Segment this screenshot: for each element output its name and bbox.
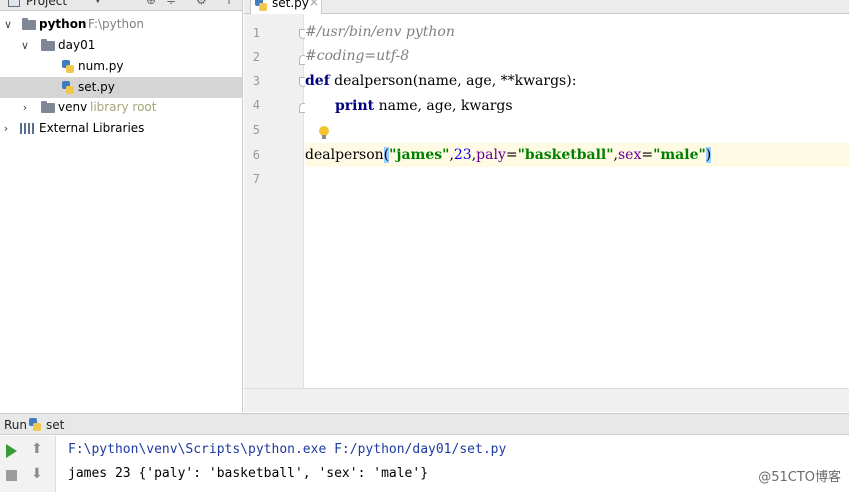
code-line-2[interactable]: #coding=utf-8: [305, 44, 849, 68]
chevron-right-icon[interactable]: ›: [19, 97, 31, 118]
line-number: 1: [252, 26, 260, 40]
equals: =: [505, 147, 518, 163]
arrow-down-icon[interactable]: ⬇: [31, 466, 43, 482]
project-title[interactable]: Project: [26, 0, 67, 8]
folder-icon: [41, 101, 55, 113]
keyword-argument: paly: [476, 147, 506, 163]
code-line-3[interactable]: def dealperson(name, age, **kwargs):: [305, 69, 849, 93]
close-paren: ): [705, 147, 712, 163]
libraries-icon: [20, 123, 34, 134]
tree-item-label: venv: [58, 100, 88, 114]
string-literal: "male": [653, 147, 706, 163]
tree-item-label: set.py: [78, 80, 115, 94]
chevron-right-icon[interactable]: ›: [0, 118, 12, 139]
python-file-icon: [62, 81, 74, 94]
console-output-line: james 23 {'paly': 'basketball', 'sex': '…: [68, 466, 429, 481]
line-number: 3: [252, 74, 260, 88]
project-tool-window: Project ▼ ⊕ ≑ ⚙ ↑ ∨ python F:\python ∨ d…: [0, 0, 243, 412]
run-tool-window-header: Run set: [0, 413, 849, 435]
keyword-argument: sex: [617, 147, 642, 163]
play-icon[interactable]: [6, 444, 17, 458]
run-config-name[interactable]: set: [46, 418, 64, 432]
keyword: def: [305, 73, 330, 89]
tree-item-python[interactable]: ∨ python F:\python: [0, 14, 242, 35]
tab-label: set.py: [272, 0, 309, 10]
library-root-note: library root: [90, 100, 157, 114]
comment: #/usr/bin/env python: [305, 24, 455, 40]
comment: #coding=utf-8: [305, 48, 410, 64]
tree-item-label: External Libraries: [39, 121, 145, 135]
code-line-6[interactable]: dealperson("james",23,paly="basketball",…: [305, 143, 849, 167]
line-number: 5: [252, 123, 260, 137]
string-literal: "basketball": [517, 147, 614, 163]
equals: =: [641, 147, 654, 163]
code-text: name, age, kwargs: [374, 98, 513, 114]
code-editor[interactable]: #/usr/bin/env python #coding=utf-8 def d…: [305, 14, 849, 388]
chevron-down-icon[interactable]: ∨: [19, 35, 31, 56]
code-text: dealperson(name, age, **kwargs):: [329, 73, 577, 89]
number-literal: 23: [453, 147, 472, 163]
python-file-icon: [29, 418, 41, 431]
code-line-4[interactable]: print name, age, kwargs: [305, 94, 849, 118]
tree-item-day01[interactable]: ∨ day01: [0, 35, 242, 56]
line-number: 2: [252, 50, 260, 64]
lightbulb-icon[interactable]: [319, 126, 329, 140]
folder-icon: [22, 18, 36, 30]
code-line-1[interactable]: #/usr/bin/env python: [305, 20, 849, 44]
function-call: dealperson: [305, 147, 384, 163]
line-number: 7: [252, 172, 260, 186]
tree-item-label: num.py: [78, 59, 124, 73]
stop-icon[interactable]: [6, 470, 17, 481]
string-literal: "james": [389, 147, 450, 163]
gear-icon[interactable]: ⚙: [196, 0, 207, 7]
hide-icon[interactable]: ↑: [224, 0, 234, 7]
run-toolbar: ⬆ ⬇: [0, 436, 56, 492]
editor-bottom-strip: [244, 388, 849, 412]
sync-icon[interactable]: ⊕: [146, 0, 156, 7]
tree-item-num-py[interactable]: num.py: [0, 56, 242, 77]
keyword: print: [335, 98, 375, 114]
watermark: @51CTO博客: [758, 470, 841, 485]
tab-set-py[interactable]: set.py ×: [250, 0, 322, 14]
code-line-5[interactable]: [305, 118, 849, 142]
editor-gutter: 1 2 3 4 5 6 7: [244, 14, 308, 388]
line-number: 4: [252, 98, 260, 112]
python-file-icon: [255, 0, 267, 11]
tree-item-label: day01: [58, 38, 96, 52]
collapse-icon[interactable]: ≑: [166, 0, 176, 7]
tree-item-external-libraries[interactable]: › External Libraries: [0, 118, 242, 139]
python-file-icon: [62, 60, 74, 73]
tree-item-set-py[interactable]: set.py: [0, 77, 242, 98]
tree-item-label: python: [39, 17, 87, 31]
close-icon[interactable]: ×: [309, 0, 319, 9]
arrow-up-icon[interactable]: ⬆: [31, 441, 43, 457]
run-console[interactable]: F:\python\venv\Scripts\python.exe F:/pyt…: [57, 436, 849, 492]
chevron-down-icon[interactable]: ∨: [2, 14, 14, 35]
tree-item-path: F:\python: [88, 17, 145, 31]
folder-icon: [41, 39, 55, 51]
line-number: 6: [252, 148, 260, 162]
console-command-line: F:\python\venv\Scripts\python.exe F:/pyt…: [68, 442, 507, 457]
tree-item-venv[interactable]: › venv library root: [0, 97, 242, 118]
code-line-7[interactable]: [305, 168, 849, 192]
run-label: Run: [4, 418, 28, 432]
project-header: Project ▼ ⊕ ≑ ⚙ ↑: [0, 0, 242, 11]
editor-tab-bar: set.py ×: [244, 0, 849, 14]
chevron-down-icon[interactable]: ▼: [94, 0, 102, 5]
project-icon: [8, 0, 20, 7]
